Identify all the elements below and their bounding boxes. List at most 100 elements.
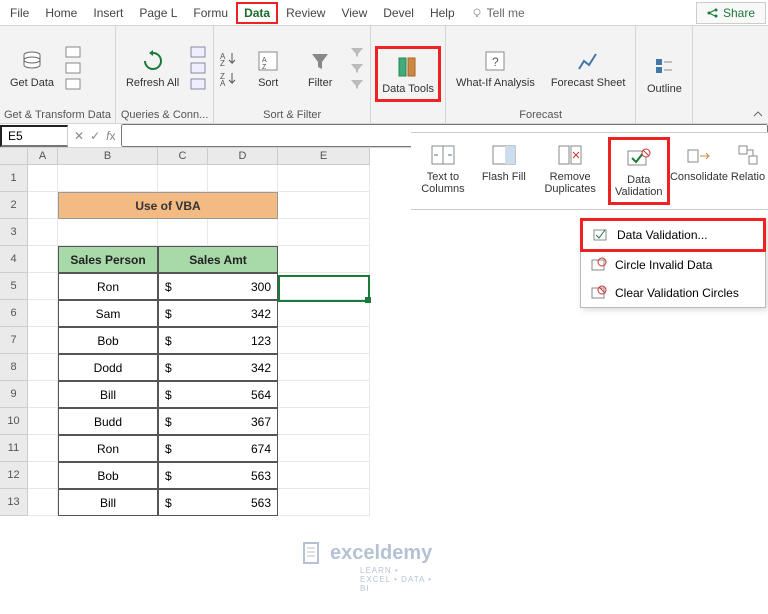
data-cell[interactable]: Bob (58, 327, 158, 354)
data-cell[interactable]: $ (158, 300, 208, 327)
cell[interactable] (28, 192, 58, 219)
data-validation-button[interactable]: Data Validation (608, 137, 671, 205)
data-cell[interactable]: Bill (58, 381, 158, 408)
flash-fill-button[interactable]: Flash Fill (475, 137, 533, 187)
cell[interactable] (28, 327, 58, 354)
cell[interactable] (28, 408, 58, 435)
cell[interactable] (278, 219, 370, 246)
cell[interactable] (278, 273, 370, 300)
menu-clear-circles[interactable]: Clear Validation Circles (581, 279, 765, 307)
cell[interactable] (208, 219, 278, 246)
fx-icon[interactable]: fx (106, 129, 115, 143)
cell[interactable] (278, 165, 370, 192)
name-box[interactable] (0, 125, 68, 147)
cell[interactable] (28, 219, 58, 246)
get-data-extras[interactable] (64, 45, 84, 91)
data-cell[interactable]: 367 (208, 408, 278, 435)
cell[interactable] (28, 246, 58, 273)
filter-button[interactable]: Filter (296, 43, 344, 93)
cell[interactable] (28, 381, 58, 408)
cell[interactable] (278, 354, 370, 381)
data-cell[interactable]: 342 (208, 300, 278, 327)
tab-insert[interactable]: Insert (85, 2, 131, 24)
title-cell[interactable]: Use of VBA (58, 192, 278, 219)
data-cell[interactable]: Ron (58, 273, 158, 300)
cell[interactable] (28, 273, 58, 300)
col-header-a[interactable]: A (28, 148, 58, 165)
data-cell[interactable]: Dodd (58, 354, 158, 381)
cell[interactable] (278, 192, 370, 219)
data-tools-button[interactable]: Data Tools (375, 46, 441, 102)
data-cell[interactable]: $ (158, 273, 208, 300)
cell[interactable] (278, 381, 370, 408)
data-cell[interactable]: Bill (58, 489, 158, 516)
cell[interactable] (278, 435, 370, 462)
tab-file[interactable]: File (2, 2, 37, 24)
relationships-button[interactable]: Relatio (728, 137, 768, 187)
menu-circle-invalid[interactable]: Circle Invalid Data (581, 251, 765, 279)
refresh-all-button[interactable]: Refresh All (120, 43, 185, 93)
select-all-corner[interactable] (0, 148, 28, 165)
text-to-columns-button[interactable]: Text to Columns (411, 137, 475, 199)
data-cell[interactable]: 563 (208, 489, 278, 516)
get-data-button[interactable]: Get Data (4, 43, 60, 93)
cancel-icon[interactable]: ✕ (74, 129, 84, 143)
header-cell[interactable]: Sales Amt (158, 246, 278, 273)
col-header-b[interactable]: B (58, 148, 158, 165)
row-header[interactable]: 8 (0, 354, 28, 381)
share-button[interactable]: Share (696, 2, 766, 24)
cell[interactable] (58, 165, 158, 192)
row-header[interactable]: 2 (0, 192, 28, 219)
data-cell[interactable]: 674 (208, 435, 278, 462)
what-if-button[interactable]: ? What-If Analysis (450, 43, 541, 93)
data-cell[interactable]: $ (158, 489, 208, 516)
cell[interactable] (278, 489, 370, 516)
data-cell[interactable]: 564 (208, 381, 278, 408)
row-header[interactable]: 13 (0, 489, 28, 516)
row-header[interactable]: 11 (0, 435, 28, 462)
tab-developer[interactable]: Devel (375, 2, 422, 24)
cell[interactable] (158, 165, 208, 192)
row-header[interactable]: 6 (0, 300, 28, 327)
row-header[interactable]: 9 (0, 381, 28, 408)
data-cell[interactable]: Bob (58, 462, 158, 489)
remove-duplicates-button[interactable]: Remove Duplicates (533, 137, 608, 199)
data-cell[interactable]: Sam (58, 300, 158, 327)
menu-data-validation[interactable]: Data Validation... (580, 218, 766, 252)
tab-data[interactable]: Data (236, 2, 278, 24)
row-header[interactable]: 3 (0, 219, 28, 246)
forecast-sheet-button[interactable]: Forecast Sheet (545, 43, 632, 93)
tab-page-layout[interactable]: Page L (131, 2, 185, 24)
cell[interactable] (28, 354, 58, 381)
col-header-d[interactable]: D (208, 148, 278, 165)
header-cell[interactable]: Sales Person (58, 246, 158, 273)
row-header[interactable]: 5 (0, 273, 28, 300)
tab-help[interactable]: Help (422, 2, 463, 24)
tab-home[interactable]: Home (37, 2, 85, 24)
tab-formulas[interactable]: Formu (185, 2, 236, 24)
sort-button[interactable]: AZ Sort (244, 43, 292, 93)
tab-view[interactable]: View (333, 2, 375, 24)
cell[interactable] (278, 327, 370, 354)
data-cell[interactable]: $ (158, 462, 208, 489)
row-header[interactable]: 12 (0, 462, 28, 489)
col-header-c[interactable]: C (158, 148, 208, 165)
cell[interactable] (158, 219, 208, 246)
cell[interactable] (278, 462, 370, 489)
cell[interactable] (278, 246, 370, 273)
data-cell[interactable]: 342 (208, 354, 278, 381)
collapse-ribbon-icon[interactable] (752, 108, 764, 120)
confirm-icon[interactable]: ✓ (90, 129, 100, 143)
data-cell[interactable]: $ (158, 381, 208, 408)
row-header[interactable]: 1 (0, 165, 28, 192)
data-cell[interactable]: $ (158, 327, 208, 354)
cell[interactable] (28, 489, 58, 516)
data-cell[interactable]: $ (158, 435, 208, 462)
data-cell[interactable]: 563 (208, 462, 278, 489)
outline-button[interactable]: Outline (640, 49, 688, 99)
row-header[interactable]: 10 (0, 408, 28, 435)
tell-me-search[interactable]: Tell me (471, 6, 525, 20)
tab-review[interactable]: Review (278, 2, 333, 24)
data-cell[interactable]: $ (158, 354, 208, 381)
row-header[interactable]: 4 (0, 246, 28, 273)
